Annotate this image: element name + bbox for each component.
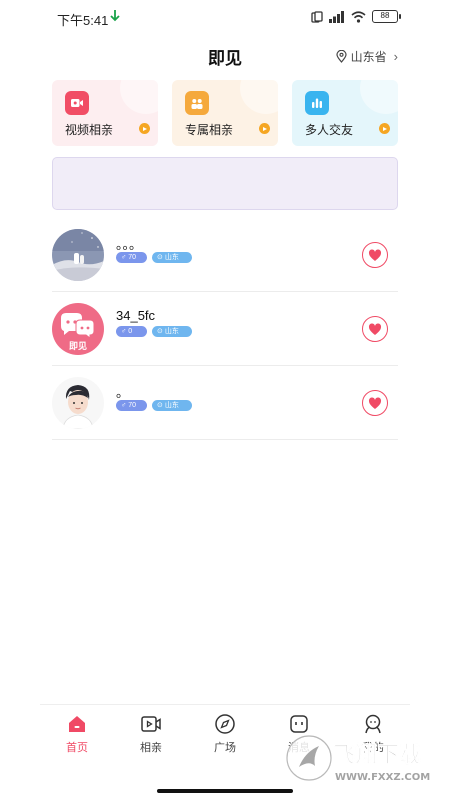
nav-item-square[interactable]: 广场 [195, 705, 255, 764]
video-camera-icon [65, 91, 89, 115]
home-icon [69, 716, 85, 732]
age-value: 0 [128, 328, 133, 335]
card-decoration [240, 80, 278, 114]
card-video-dating[interactable]: 视频相亲 [52, 80, 158, 146]
region-value: 山东 [164, 328, 179, 335]
avatar[interactable] [52, 229, 104, 281]
user-list: 。。。 ♂ 70 ⊙ 山东 即见 34_5fc ♂ 0 ⊙ 山东 。 ♂ 70 … [52, 218, 398, 440]
list-item[interactable]: 。 ♂ 70 ⊙ 山东 [52, 366, 398, 440]
user-name: 34_5fc [116, 308, 156, 323]
location-pin-icon [336, 50, 347, 63]
category-cards: 视频相亲 专属相亲 多人交友 [52, 80, 398, 146]
card-label: 多人交友 [305, 123, 354, 137]
male-icon: ♂ [121, 328, 127, 335]
wifi-icon [351, 10, 366, 23]
play-icon [379, 123, 390, 134]
age-value: 70 [128, 254, 137, 261]
male-icon: ♂ [121, 402, 127, 409]
card-group-chat[interactable]: 多人交友 [292, 80, 398, 146]
user-tags: ♂ 70 ⊙ 山东 [116, 252, 192, 263]
play-icon [139, 123, 150, 134]
gender-age-tag: ♂ 70 [116, 400, 147, 411]
download-arrow-icon [110, 10, 120, 22]
card-decoration [120, 80, 158, 114]
card-label: 视频相亲 [65, 123, 114, 137]
compass-icon [215, 714, 235, 734]
bar-chart-icon [305, 91, 329, 115]
watermark-url: WWW.FXXZ.COM [335, 772, 430, 783]
gender-age-tag: ♂ 0 [116, 326, 147, 337]
user-tags: ♂ 70 ⊙ 山东 [116, 400, 192, 411]
home-indicator[interactable] [157, 789, 293, 793]
user-name: 。 [116, 385, 130, 400]
card-decoration [360, 80, 398, 114]
location-label: 山东省 [350, 50, 387, 64]
like-button[interactable] [362, 390, 388, 416]
nav-item-dating[interactable]: 相亲 [121, 705, 181, 764]
header: 即见 山东省 › [0, 36, 450, 76]
avatar[interactable] [52, 377, 104, 429]
avatar[interactable]: 即见 [52, 303, 104, 355]
heart-icon [368, 396, 382, 409]
male-icon: ♂ [121, 254, 127, 261]
location-pin-icon: ⊙ [157, 402, 163, 409]
watermark-brand: 飞翔下载 [333, 742, 421, 768]
user-name: 。。。 [116, 237, 143, 252]
video-icon [141, 716, 161, 732]
signal-icon [329, 10, 344, 23]
battery-icon: 88 [372, 10, 401, 23]
sim-card-icon [311, 10, 323, 23]
region-tag: ⊙ 山东 [152, 252, 192, 263]
people-icon [185, 91, 209, 115]
promo-banner[interactable] [52, 157, 398, 210]
heart-icon [368, 322, 382, 335]
status-time: 下午5:41 [57, 13, 109, 28]
location-pin-icon: ⊙ [157, 328, 163, 335]
avatar-logo-text: 即见 [69, 341, 87, 352]
heart-icon [368, 248, 382, 261]
like-button[interactable] [362, 316, 388, 342]
like-button[interactable] [362, 242, 388, 268]
gender-age-tag: ♂ 70 [116, 252, 147, 263]
status-icons: 88 [311, 10, 401, 23]
region-value: 山东 [164, 254, 179, 261]
nav-label: 广场 [214, 742, 236, 754]
card-exclusive-dating[interactable]: 专属相亲 [172, 80, 278, 146]
watermark-logo: 飞翔下载 WWW.FXXZ.COM [286, 735, 430, 783]
nav-item-home[interactable]: 首页 [47, 705, 107, 764]
user-tags: ♂ 0 ⊙ 山东 [116, 326, 192, 337]
region-tag: ⊙ 山东 [152, 326, 192, 337]
chevron-right-icon: › [393, 49, 398, 64]
location-selector[interactable]: 山东省 › [336, 48, 398, 65]
region-value: 山东 [164, 402, 179, 409]
region-tag: ⊙ 山东 [152, 400, 192, 411]
age-value: 70 [128, 402, 137, 409]
nav-label: 相亲 [140, 742, 162, 754]
play-icon [259, 123, 270, 134]
list-item[interactable]: 即见 34_5fc ♂ 0 ⊙ 山东 [52, 292, 398, 366]
card-label: 专属相亲 [185, 123, 234, 137]
status-bar: 下午5:41 88 [0, 0, 450, 36]
location-pin-icon: ⊙ [157, 254, 163, 261]
nav-label: 首页 [66, 742, 88, 754]
list-item[interactable]: 。。。 ♂ 70 ⊙ 山东 [52, 218, 398, 292]
